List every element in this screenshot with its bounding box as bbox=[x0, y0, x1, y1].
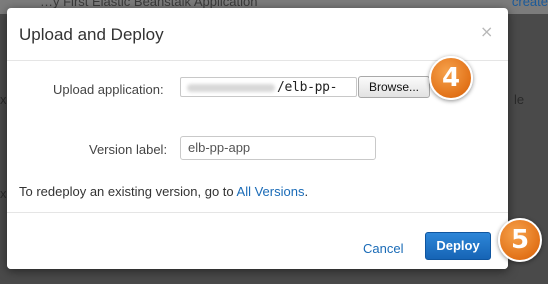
cancel-button[interactable]: Cancel bbox=[363, 241, 403, 256]
blurred-path bbox=[187, 84, 275, 92]
backdrop-left-fragment: x bbox=[0, 92, 7, 107]
file-name: /elb-pp-app bbox=[277, 80, 338, 96]
step-5-badge: 5 bbox=[498, 218, 542, 262]
redeploy-suffix: . bbox=[304, 184, 309, 199]
file-path-field[interactable]: /elb-pp-app bbox=[180, 77, 357, 97]
close-icon[interactable]: × bbox=[480, 22, 493, 41]
dialog-title: Upload and Deploy bbox=[19, 25, 164, 44]
dialog-footer: Cancel Deploy bbox=[7, 212, 508, 269]
dialog-header: Upload and Deploy × bbox=[7, 8, 508, 61]
version-label-input[interactable]: elb-pp-app bbox=[180, 136, 376, 160]
upload-deploy-dialog: Upload and Deploy × Upload application: … bbox=[7, 8, 508, 269]
redeploy-hint: To redeploy an existing version, go to A… bbox=[19, 184, 308, 199]
redeploy-text: To redeploy an existing version, go to bbox=[19, 184, 237, 199]
browse-button[interactable]: Browse... bbox=[358, 76, 430, 98]
backdrop-left-fragment-2: x bbox=[0, 186, 7, 201]
backdrop-right-fragment: le bbox=[514, 92, 525, 107]
deploy-button[interactable]: Deploy bbox=[425, 232, 491, 260]
backdrop-create-link: create bbox=[511, 0, 548, 9]
all-versions-link[interactable]: All Versions bbox=[237, 184, 305, 199]
version-label-label: Version label: bbox=[89, 142, 168, 157]
step-4-badge: 4 bbox=[429, 56, 473, 100]
upload-application-label: Upload application: bbox=[53, 82, 164, 97]
